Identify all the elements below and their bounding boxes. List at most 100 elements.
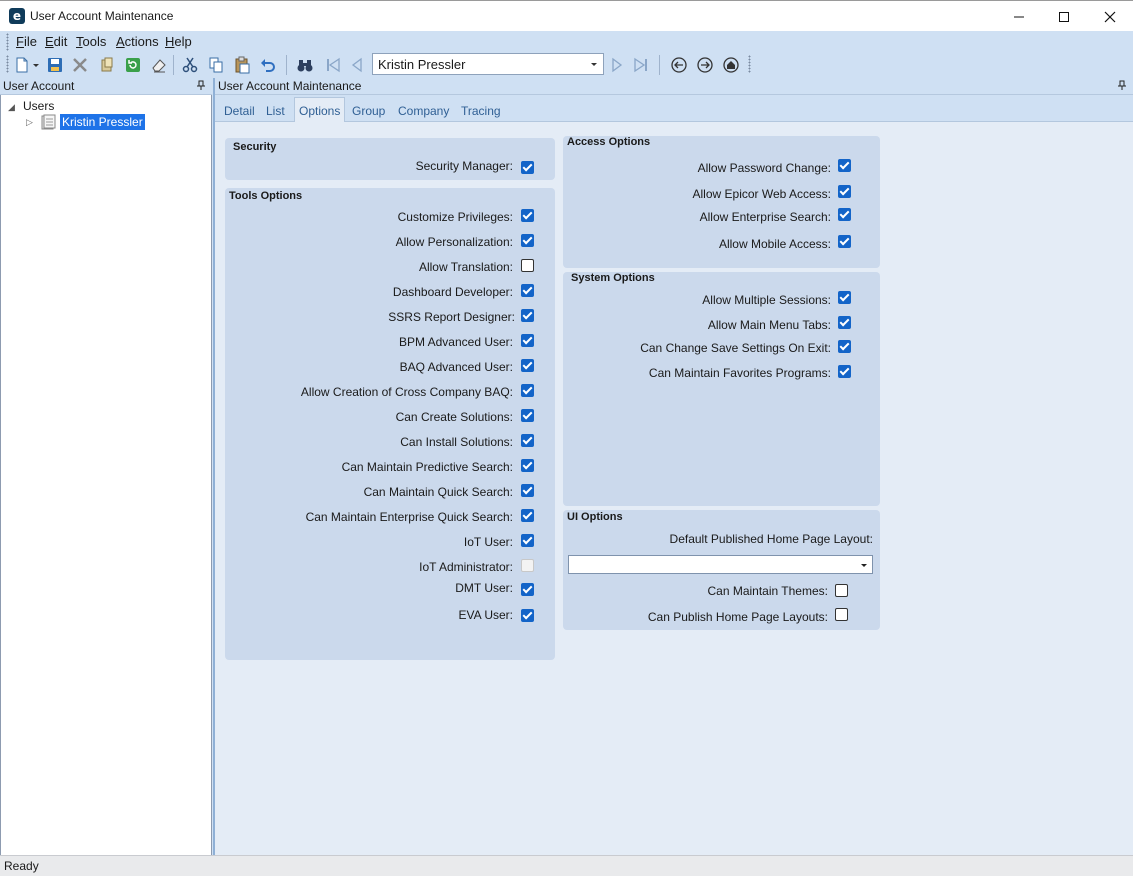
- save-button[interactable]: [45, 55, 65, 75]
- cross-company-baq-checkbox[interactable]: [521, 384, 534, 397]
- allow-password-change-checkbox[interactable]: [838, 159, 851, 172]
- can-publish-home-page-layouts-label: Can Publish Home Page Layouts:: [647, 610, 828, 624]
- tab-company[interactable]: Company: [398, 104, 449, 118]
- eraser-icon: [152, 59, 166, 73]
- dmt-user-checkbox[interactable]: [521, 583, 534, 596]
- tree-collapsed-icon[interactable]: ▷: [26, 117, 33, 128]
- tab-detail[interactable]: Detail: [224, 104, 255, 118]
- iot-user-checkbox[interactable]: [521, 534, 534, 547]
- iot-user-label: IoT User:: [463, 535, 513, 549]
- bpm-advanced-user-label: BPM Advanced User:: [398, 335, 513, 349]
- can-maintain-quick-search-checkbox[interactable]: [521, 484, 534, 497]
- menu-file[interactable]: File: [16, 34, 37, 49]
- ssrs-report-designer-label: SSRS Report Designer:: [388, 310, 515, 324]
- forward-arrow-icon: [697, 57, 713, 73]
- pin-icon[interactable]: [196, 80, 206, 91]
- ui-options-group: UI Options Default Published Home Page L…: [563, 510, 880, 630]
- undo-button[interactable]: [258, 55, 278, 75]
- can-create-solutions-checkbox[interactable]: [521, 409, 534, 422]
- home-button[interactable]: [721, 55, 741, 75]
- title-bar: e User Account Maintenance: [0, 0, 1133, 31]
- ssrs-report-designer-checkbox[interactable]: [521, 309, 534, 322]
- menu-help[interactable]: Help: [165, 34, 192, 49]
- baq-advanced-user-label: BAQ Advanced User:: [399, 360, 513, 374]
- first-record-button[interactable]: [323, 55, 343, 75]
- new-button[interactable]: [12, 55, 32, 75]
- forward-button[interactable]: [695, 55, 715, 75]
- allow-multiple-sessions-label: Allow Multiple Sessions:: [702, 293, 831, 307]
- back-button[interactable]: [669, 55, 689, 75]
- allow-translation-checkbox[interactable]: [521, 259, 534, 272]
- customize-privileges-checkbox[interactable]: [521, 209, 534, 222]
- close-icon: [1104, 11, 1116, 22]
- maximize-button[interactable]: [1041, 1, 1087, 32]
- eva-user-label: EVA User:: [458, 608, 513, 622]
- pin-icon[interactable]: [1117, 80, 1127, 91]
- baq-advanced-user-checkbox[interactable]: [521, 359, 534, 372]
- can-maintain-predictive-search-label: Can Maintain Predictive Search:: [341, 460, 513, 474]
- bpm-advanced-user-checkbox[interactable]: [521, 334, 534, 347]
- tab-list[interactable]: List: [266, 104, 285, 118]
- tab-tracing[interactable]: Tracing: [461, 104, 501, 118]
- allow-mobile-access-checkbox[interactable]: [838, 235, 851, 248]
- can-maintain-quick-search-label: Can Maintain Quick Search:: [363, 485, 513, 499]
- can-install-solutions-checkbox[interactable]: [521, 434, 534, 447]
- dmt-user-label: DMT User:: [455, 581, 513, 595]
- dashboard-developer-checkbox[interactable]: [521, 284, 534, 297]
- tools-options-group-title: Tools Options: [229, 190, 303, 202]
- previous-record-icon: [351, 57, 362, 73]
- clear-button[interactable]: [149, 55, 169, 75]
- paste-icon: [235, 56, 250, 74]
- search-button[interactable]: [295, 55, 315, 75]
- can-maintain-predictive-search-checkbox[interactable]: [521, 459, 534, 472]
- delete-button[interactable]: [70, 55, 90, 75]
- toolbar-end-grip-icon: [748, 55, 751, 73]
- new-dropdown-button[interactable]: [30, 55, 42, 75]
- can-maintain-enterprise-quick-search-label: Can Maintain Enterprise Quick Search:: [305, 510, 513, 524]
- record-navigator-dropdown-button[interactable]: [585, 54, 603, 74]
- previous-record-button[interactable]: [347, 55, 367, 75]
- attachments-button[interactable]: [97, 55, 117, 75]
- allow-personalization-checkbox[interactable]: [521, 234, 534, 247]
- copy-button[interactable]: [206, 55, 226, 75]
- eva-user-checkbox[interactable]: [521, 609, 534, 622]
- menu-actions[interactable]: Actions: [116, 34, 159, 49]
- close-button[interactable]: [1087, 1, 1133, 32]
- tab-group[interactable]: Group: [352, 104, 385, 118]
- tree-expanded-icon[interactable]: ◢: [8, 102, 15, 113]
- cut-button[interactable]: [180, 55, 200, 75]
- tree-item-user[interactable]: Kristin Pressler: [60, 114, 145, 130]
- tab-options[interactable]: Options: [294, 97, 346, 123]
- user-tree: ◢ Users ▷ Kristin Pressler: [0, 95, 212, 855]
- can-publish-home-page-layouts-checkbox[interactable]: [835, 608, 848, 621]
- allow-multiple-sessions-checkbox[interactable]: [838, 291, 851, 304]
- back-arrow-icon: [671, 57, 687, 73]
- default-home-page-layout-combo[interactable]: [568, 555, 873, 574]
- menu-bar: File Edit Tools Actions Help: [0, 31, 1133, 52]
- next-record-button[interactable]: [607, 55, 627, 75]
- allow-epicor-web-access-checkbox[interactable]: [838, 185, 851, 198]
- options-content: Security Security Manager: Tools Options…: [215, 122, 1133, 855]
- security-manager-label: Security Manager:: [415, 159, 513, 173]
- default-home-page-layout-dropdown-button[interactable]: [856, 556, 872, 573]
- security-manager-checkbox[interactable]: [521, 161, 534, 174]
- paste-button[interactable]: [232, 55, 252, 75]
- record-navigator-combo[interactable]: Kristin Pressler: [372, 53, 604, 75]
- window-title: User Account Maintenance: [30, 9, 174, 23]
- allow-enterprise-search-checkbox[interactable]: [838, 208, 851, 221]
- can-maintain-favorites-checkbox[interactable]: [838, 365, 851, 378]
- allow-main-menu-tabs-checkbox[interactable]: [838, 316, 851, 329]
- iot-administrator-checkbox: [521, 559, 534, 572]
- refresh-button[interactable]: [123, 55, 143, 75]
- new-document-icon: [16, 57, 28, 73]
- menu-edit[interactable]: Edit: [45, 34, 67, 49]
- security-group-title: Security: [233, 141, 277, 153]
- last-record-button[interactable]: [631, 55, 651, 75]
- menu-tools[interactable]: Tools: [76, 34, 106, 49]
- allow-translation-label: Allow Translation:: [418, 260, 513, 274]
- can-maintain-themes-checkbox[interactable]: [835, 584, 848, 597]
- tree-root-users[interactable]: Users: [23, 99, 54, 113]
- can-change-save-settings-checkbox[interactable]: [838, 340, 851, 353]
- can-maintain-enterprise-quick-search-checkbox[interactable]: [521, 509, 534, 522]
- minimize-button[interactable]: [996, 1, 1042, 32]
